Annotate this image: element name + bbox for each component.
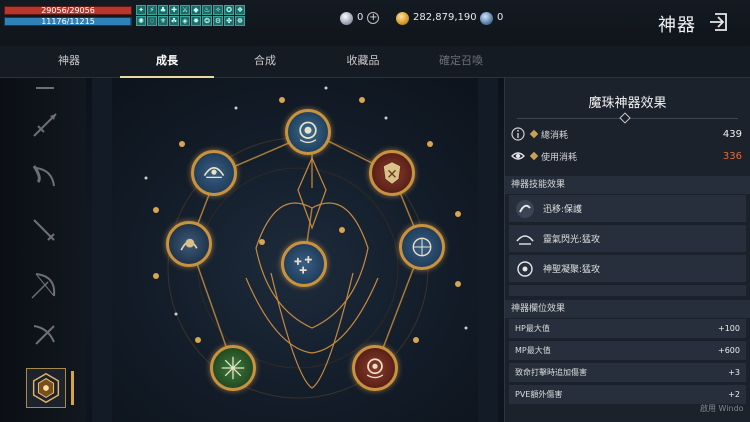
sidebar-selection-marker xyxy=(71,371,74,405)
sword-icon[interactable] xyxy=(28,214,62,248)
slot-effect-row: HP最大值 +100 xyxy=(509,319,746,338)
skill-name: 迅移:保護 xyxy=(543,205,583,215)
holy-gather-icon xyxy=(517,260,533,277)
diamond-amount: 0 xyxy=(357,12,364,23)
buff-icon[interactable]: ✸ xyxy=(191,16,201,26)
gold-coin-icon xyxy=(396,11,409,25)
buff-icon[interactable]: ✤ xyxy=(224,16,234,26)
orb-icon xyxy=(480,11,493,25)
buff-icon[interactable]: ✪ xyxy=(224,5,234,15)
tab-artifact[interactable]: 神器 xyxy=(20,46,118,77)
aura-flash-icon xyxy=(516,234,534,245)
slot-effect-row: MP最大值 +600 xyxy=(509,341,746,360)
skill-name: 靈氣閃光:猛攻 xyxy=(543,235,601,245)
artifact-node-mid-left[interactable] xyxy=(166,221,212,267)
buff-icon[interactable]: ☘ xyxy=(169,16,179,26)
crossbow-icon[interactable] xyxy=(28,318,62,352)
buff-icon[interactable]: ♨ xyxy=(202,5,212,15)
effects-panel: 魔珠神器效果 總消耗 439 使用消耗 336 神器技能效果 迅移:保護 靈氣閃… xyxy=(504,78,750,422)
tab-bar: 神器 成長 合成 收藏品 確定召喚 xyxy=(0,46,750,78)
slot-effect-value: +600 xyxy=(718,346,740,355)
hp-bar: 29056/29056 xyxy=(4,6,132,15)
buff-icon[interactable]: ⚜ xyxy=(158,16,168,26)
total-cost-label: 總消耗 xyxy=(541,130,569,141)
buff-icon[interactable]: ♢ xyxy=(147,16,157,26)
artifact-node-upper-left[interactable] xyxy=(191,150,237,196)
buff-icon[interactable]: ✚ xyxy=(169,5,179,15)
axe-icon[interactable] xyxy=(28,78,62,112)
artifact-orb-icon[interactable] xyxy=(26,368,66,408)
gold-amount: 282,879,190 xyxy=(413,12,477,23)
buff-icon[interactable]: ✺ xyxy=(136,16,146,26)
mp-bar: 11176/11215 xyxy=(4,17,132,26)
slot-effect-row: PVE額外傷害 +2 xyxy=(509,385,746,404)
orb-currency: 0 xyxy=(480,11,503,25)
slot-effect-label: 致命打擊時追加傷害 xyxy=(515,368,587,377)
cost-gem-icon xyxy=(529,151,539,161)
slot-effect-label: HP最大值 xyxy=(515,324,550,333)
diamond-icon xyxy=(340,11,353,25)
hp-text: 29056/29056 xyxy=(41,6,95,15)
skill-item[interactable]: 迅移:保護 xyxy=(509,195,746,222)
slot-effect-value: +3 xyxy=(728,368,740,377)
buff-icon[interactable]: ◈ xyxy=(180,16,190,26)
skills-header: 神器技能效果 xyxy=(505,176,750,194)
mp-text: 11176/11215 xyxy=(41,17,95,26)
slot-effect-value: +100 xyxy=(718,324,740,333)
gold-currency: 282,879,190 xyxy=(396,11,477,25)
os-watermark: 啟用 Windo xyxy=(700,404,744,413)
slot-effect-label: PVE額外傷害 xyxy=(515,390,563,399)
buff-icon[interactable]: ⚡ xyxy=(147,5,157,15)
buff-icon[interactable]: ❂ xyxy=(202,16,212,26)
swift-move-icon xyxy=(516,199,534,218)
buff-grid: ✦ ⚡ ♣ ✚ ⚔ ◆ ♨ ✧ ✪ ❖ ✺ ♢ ⚜ ☘ ◈ ✸ ❂ ⚙ ✤ ☸ xyxy=(136,5,246,26)
tab-growth[interactable]: 成長 xyxy=(118,46,216,78)
used-cost-row: 使用消耗 336 xyxy=(511,147,742,165)
used-cost-value: 336 xyxy=(722,150,742,162)
info-icon[interactable] xyxy=(511,127,525,141)
artifact-node-mid-right[interactable] xyxy=(399,224,445,270)
buff-icon[interactable]: ◆ xyxy=(191,5,201,15)
divider-ornament xyxy=(619,112,631,124)
bow-icon[interactable] xyxy=(28,268,62,302)
artifact-node-center[interactable] xyxy=(281,241,327,287)
slot-effect-label: MP最大值 xyxy=(515,346,551,355)
top-bar: 29056/29056 11176/11215 ✦ ⚡ ♣ ✚ ⚔ ◆ ♨ ✧ … xyxy=(0,0,750,46)
scythe-icon[interactable] xyxy=(28,160,62,194)
skill-item-partial[interactable] xyxy=(509,285,746,296)
buff-icon[interactable]: ✧ xyxy=(213,5,223,15)
buff-icon[interactable]: ⚙ xyxy=(213,16,223,26)
total-cost-value: 439 xyxy=(722,128,742,140)
buff-icon[interactable]: ⚔ xyxy=(180,5,190,15)
tab-synthesis[interactable]: 合成 xyxy=(216,46,314,77)
exit-icon[interactable] xyxy=(707,11,729,33)
slot-effect-row: 致命打擊時追加傷害 +3 xyxy=(509,363,746,382)
cost-gem-icon xyxy=(529,129,539,139)
used-cost-label: 使用消耗 xyxy=(541,152,578,163)
orb-amount: 0 xyxy=(497,12,504,23)
diamond-currency: 0 + xyxy=(340,11,380,25)
slot-effect-value: +2 xyxy=(728,390,740,399)
buff-icon[interactable]: ♣ xyxy=(158,5,168,15)
slots-header: 神器欄位效果 xyxy=(505,300,750,318)
add-diamond-button[interactable]: + xyxy=(367,12,380,24)
total-cost-row: 總消耗 439 xyxy=(511,125,742,143)
buff-icon[interactable]: ☸ xyxy=(235,16,245,26)
artifact-node-top[interactable] xyxy=(285,109,331,155)
skill-item[interactable]: 神聖凝聚:猛攻 xyxy=(509,255,746,282)
buff-icon[interactable]: ❖ xyxy=(235,5,245,15)
skill-name: 神聖凝聚:猛攻 xyxy=(543,265,601,275)
buff-icon[interactable]: ✦ xyxy=(136,5,146,15)
artifact-node-upper-right[interactable] xyxy=(369,150,415,196)
skill-item[interactable]: 靈氣閃光:猛攻 xyxy=(509,225,746,252)
eye-icon[interactable] xyxy=(511,149,525,163)
artifact-node-lower-right[interactable] xyxy=(352,345,398,391)
artifact-node-lower-left[interactable] xyxy=(210,345,256,391)
tab-confirm-summon[interactable]: 確定召喚 xyxy=(412,46,510,77)
tab-collection[interactable]: 收藏品 xyxy=(314,46,412,77)
artifact-tree-panel xyxy=(86,78,504,422)
effects-title: 魔珠神器效果 xyxy=(588,96,667,111)
page-title: 神器 xyxy=(658,15,696,36)
spear-icon[interactable] xyxy=(28,108,62,142)
